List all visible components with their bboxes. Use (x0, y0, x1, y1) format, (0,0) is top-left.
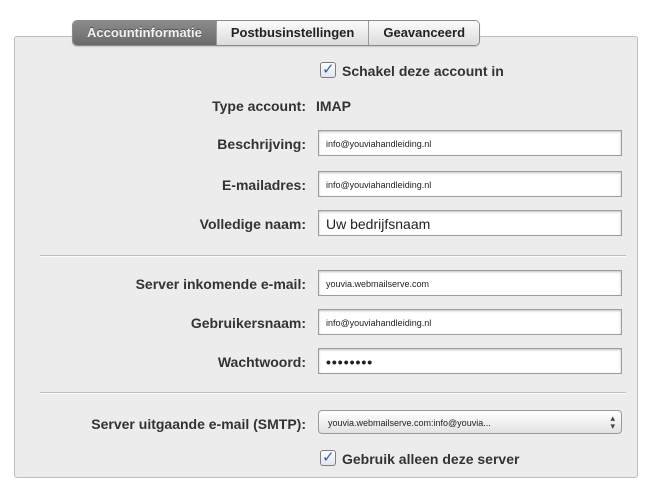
tab-account-info[interactable]: Accountinformatie (73, 21, 216, 45)
divider (40, 392, 626, 394)
username-field[interactable]: info@youviahandleiding.nl (318, 309, 622, 335)
only-this-server-label: Gebruik alleen deze server (342, 451, 520, 467)
email-field[interactable]: info@youviahandleiding.nl (318, 171, 622, 197)
outgoing-server-select[interactable]: youvia.webmailserve.com:info@youvia... ▴… (318, 410, 622, 434)
username-label: Gebruikersnaam: (190, 315, 306, 331)
username-row: Gebruikersnaam: info@youviahandleiding.n… (0, 309, 647, 337)
checkmark-icon (320, 447, 336, 469)
enable-account-checkbox[interactable]: Schakel deze account in (320, 59, 504, 82)
divider (40, 255, 626, 257)
description-field[interactable]: info@youviahandleiding.nl (318, 130, 622, 156)
outgoing-server-value: youvia.webmailserve.com:info@youvia... (328, 418, 491, 428)
tab-bar: Accountinformatie Postbusinstellingen Ge… (72, 20, 481, 46)
updown-arrows-icon: ▴ ▾ (610, 413, 615, 431)
tab-advanced[interactable]: Geavanceerd (368, 21, 480, 45)
incoming-server-label: Server inkomende e-mail: (135, 276, 306, 292)
only-this-server-checkbox[interactable]: Gebruik alleen deze server (320, 447, 520, 470)
description-row: Beschrijving: info@youviahandleiding.nl (0, 130, 647, 158)
description-label: Beschrijving: (217, 136, 306, 152)
full-name-row: Volledige naam: Uw bedrijfsnaam (0, 210, 647, 238)
password-row: Wachtwoord: •••••••• (0, 348, 647, 376)
enable-account-label: Schakel deze account in (342, 63, 504, 79)
password-field[interactable]: •••••••• (318, 348, 622, 374)
account-type-value: IMAP (316, 98, 351, 114)
checkmark-icon (320, 59, 336, 81)
incoming-server-field[interactable]: youvia.webmailserve.com (318, 270, 622, 296)
full-name-field[interactable]: Uw bedrijfsnaam (318, 210, 622, 236)
email-label: E-mailadres: (221, 177, 306, 193)
email-row: E-mailadres: info@youviahandleiding.nl (0, 171, 647, 199)
account-type-row: Type account: IMAP (0, 92, 647, 120)
incoming-server-row: Server inkomende e-mail: youvia.webmails… (0, 270, 647, 298)
account-type-label: Type account: (212, 98, 306, 114)
tab-mailbox-settings[interactable]: Postbusinstellingen (215, 21, 369, 45)
password-label: Wachtwoord: (217, 354, 306, 370)
full-name-label: Volledige naam: (199, 216, 306, 232)
outgoing-server-row: Server uitgaande e-mail (SMTP): youvia.w… (0, 410, 647, 438)
outgoing-server-label: Server uitgaande e-mail (SMTP): (91, 416, 306, 432)
